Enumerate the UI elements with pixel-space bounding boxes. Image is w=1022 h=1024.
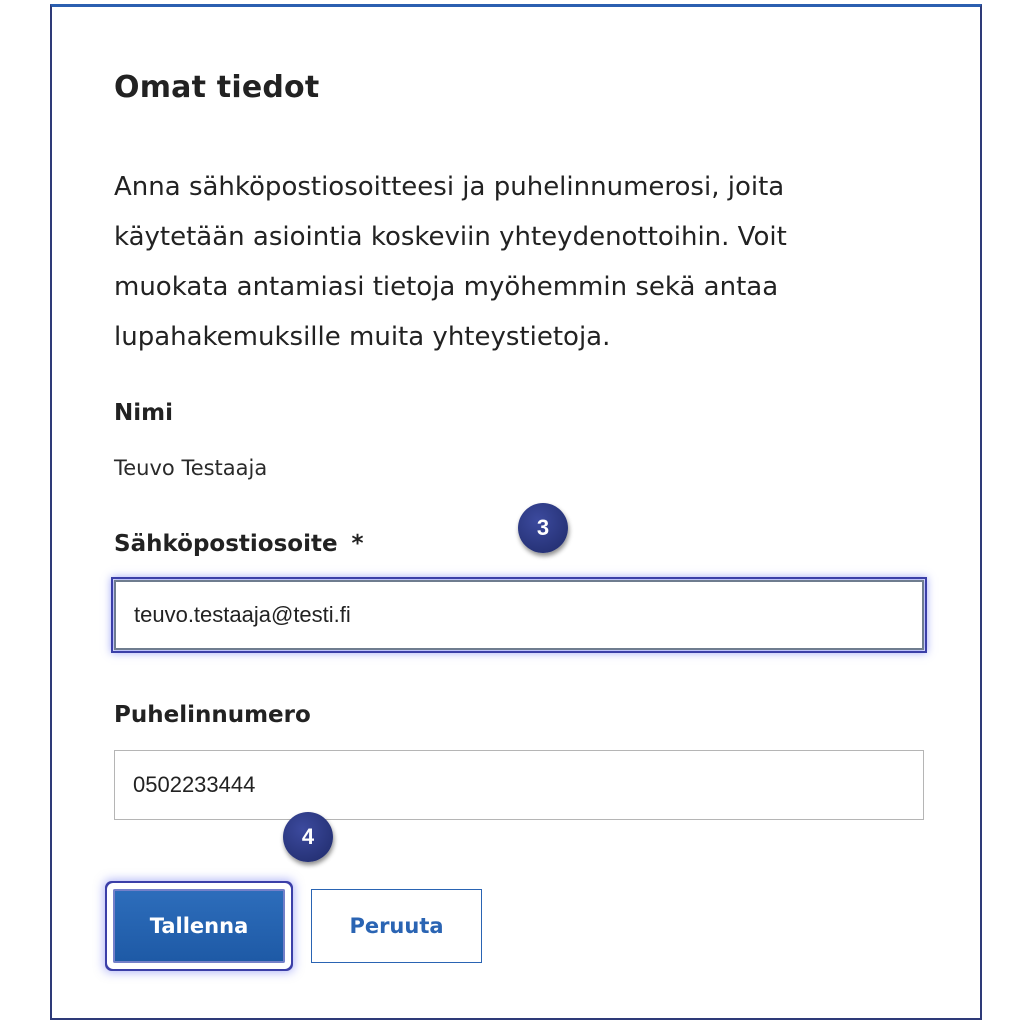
name-label: Nimi bbox=[114, 400, 173, 426]
dialog-title: Omat tiedot bbox=[114, 70, 320, 105]
email-input-value: teuvo.testaaja@testi.fi bbox=[134, 602, 351, 627]
cancel-button[interactable]: Peruuta bbox=[311, 889, 482, 963]
dialog bbox=[50, 4, 982, 1020]
email-label: Sähköpostiosoite * bbox=[114, 531, 364, 557]
step-3-callout-badge: 3 bbox=[518, 503, 568, 553]
phone-label: Puhelinnumero bbox=[114, 702, 311, 728]
save-button-label: Tallenna bbox=[149, 914, 249, 938]
dialog-intro-text: Anna sähköpostiosoitteesi ja puhelinnume… bbox=[114, 172, 787, 352]
step-4-callout-badge: 4 bbox=[283, 812, 333, 862]
phone-input[interactable]: 0502233444 bbox=[114, 750, 924, 820]
cancel-button-label: Peruuta bbox=[349, 914, 444, 938]
phone-input-value: 0502233444 bbox=[133, 772, 256, 797]
email-label-text: Sähköpostiosoite bbox=[114, 531, 338, 557]
name-value: Teuvo Testaaja bbox=[114, 456, 268, 480]
background-page-edge bbox=[0, 0, 50, 1024]
email-input[interactable]: teuvo.testaaja@testi.fi bbox=[111, 577, 927, 653]
save-button[interactable]: Tallenna bbox=[113, 889, 285, 963]
required-marker: * bbox=[351, 531, 364, 557]
